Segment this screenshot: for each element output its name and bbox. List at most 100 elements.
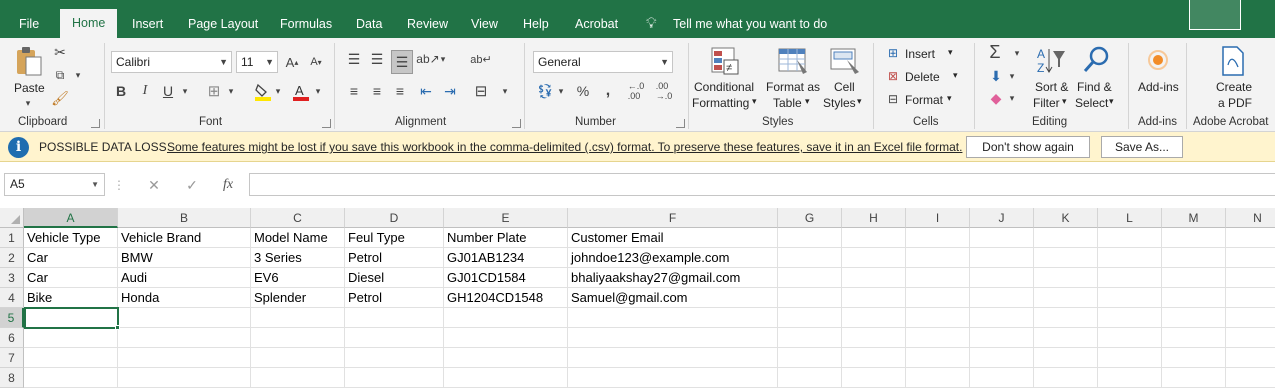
cell-i3[interactable]	[906, 268, 970, 288]
dont-show-again-button[interactable]: Don't show again	[966, 136, 1090, 158]
cell-i5[interactable]	[906, 308, 970, 328]
cell-i6[interactable]	[906, 328, 970, 348]
cell-f2[interactable]: johndoe123@example.com	[568, 248, 778, 268]
row-header-6[interactable]: 6	[0, 328, 24, 348]
cell-n2[interactable]	[1226, 248, 1275, 268]
chevron-down-icon[interactable]: ▾	[1007, 91, 1017, 105]
cell-h7[interactable]	[842, 348, 906, 368]
cell-c7[interactable]	[251, 348, 345, 368]
cell-h6[interactable]	[842, 328, 906, 348]
dialog-launcher-icon[interactable]	[512, 119, 521, 128]
format-cells-label[interactable]: Format	[905, 93, 943, 107]
font-size-combo[interactable]: 11 ▼	[236, 51, 278, 73]
conditional-formatting-label[interactable]: Conditional	[694, 80, 754, 94]
cell-l6[interactable]	[1098, 328, 1162, 348]
align-bottom-icon[interactable]: ☰	[391, 50, 413, 74]
cell-c5[interactable]	[251, 308, 345, 328]
chevron-down-icon[interactable]: ▾	[438, 52, 448, 66]
cell-h3[interactable]	[842, 268, 906, 288]
column-header-f[interactable]: F	[568, 208, 778, 228]
cell-m8[interactable]	[1162, 368, 1226, 388]
cell-h2[interactable]	[842, 248, 906, 268]
format-as-table-label-2[interactable]: Table	[773, 96, 802, 110]
column-header-n[interactable]: N	[1226, 208, 1275, 228]
cell-m3[interactable]	[1162, 268, 1226, 288]
borders-icon[interactable]: ⊞	[205, 82, 223, 100]
cell-f6[interactable]	[568, 328, 778, 348]
accounting-format-icon[interactable]: 💱︎	[535, 82, 555, 100]
find-select-label-2[interactable]: Select	[1075, 96, 1108, 110]
increase-indent-icon[interactable]: ⇥	[440, 82, 460, 100]
cell-c8[interactable]	[251, 368, 345, 388]
fill-color-icon[interactable]	[254, 82, 272, 102]
cell-e3[interactable]: GJ01CD1584	[444, 268, 568, 288]
cell-i7[interactable]	[906, 348, 970, 368]
cell-d7[interactable]	[345, 348, 444, 368]
tab-help[interactable]: Help	[523, 10, 549, 38]
delete-cells-label[interactable]: Delete	[905, 70, 940, 84]
cell-e1[interactable]: Number Plate	[444, 228, 568, 248]
chevron-down-icon[interactable]: ▾	[1012, 46, 1022, 60]
cell-n6[interactable]	[1226, 328, 1275, 348]
chevron-down-icon[interactable]: ▾	[1109, 96, 1114, 107]
cell-f3[interactable]: bhaliyaakshay27@gmail.com	[568, 268, 778, 288]
format-as-table-label[interactable]: Format as	[766, 80, 820, 94]
cell-j7[interactable]	[970, 348, 1034, 368]
cell-d3[interactable]: Diesel	[345, 268, 444, 288]
cell-g4[interactable]	[778, 288, 842, 308]
cell-m4[interactable]	[1162, 288, 1226, 308]
tab-insert[interactable]: Insert	[132, 10, 163, 38]
cut-icon[interactable]: ✂	[52, 44, 68, 60]
sort-filter-label-2[interactable]: Filter	[1033, 96, 1060, 110]
find-select-label[interactable]: Find &	[1077, 80, 1112, 94]
format-as-table-icon[interactable]	[776, 44, 810, 78]
cell-b1[interactable]: Vehicle Brand	[118, 228, 251, 248]
column-header-j[interactable]: J	[970, 208, 1034, 228]
chevron-down-icon[interactable]: ▾	[180, 84, 190, 98]
increase-font-icon[interactable]: A ▴	[284, 52, 300, 72]
cell-a1[interactable]: Vehicle Type	[24, 228, 118, 248]
name-box[interactable]: A5 ▼	[4, 173, 105, 196]
font-name-combo[interactable]: Calibri ▼	[111, 51, 232, 73]
format-cells-icon[interactable]: ⊟	[885, 92, 901, 106]
paste-label[interactable]: Paste	[14, 81, 45, 95]
tab-acrobat[interactable]: Acrobat	[575, 10, 618, 38]
cell-d8[interactable]	[345, 368, 444, 388]
cell-c3[interactable]: EV6	[251, 268, 345, 288]
percent-style-icon[interactable]: %	[575, 82, 591, 100]
tell-me-search[interactable]: Tell me what you want to do	[673, 10, 827, 38]
create-pdf-label[interactable]: Create	[1216, 80, 1252, 94]
column-header-l[interactable]: L	[1098, 208, 1162, 228]
cell-c4[interactable]: Splender	[251, 288, 345, 308]
cell-a6[interactable]	[24, 328, 118, 348]
cell-b7[interactable]	[118, 348, 251, 368]
chevron-down-icon[interactable]: ▾	[313, 84, 323, 98]
cell-e5[interactable]	[444, 308, 568, 328]
cell-k8[interactable]	[1034, 368, 1098, 388]
cell-b3[interactable]: Audi	[118, 268, 251, 288]
cell-l5[interactable]	[1098, 308, 1162, 328]
cell-j1[interactable]	[970, 228, 1034, 248]
row-header-7[interactable]: 7	[0, 348, 24, 368]
fill-icon[interactable]: ⬇	[987, 68, 1005, 84]
cell-d6[interactable]	[345, 328, 444, 348]
cell-j2[interactable]	[970, 248, 1034, 268]
format-painter-icon[interactable]: 🖌︎	[51, 90, 69, 106]
chevron-down-icon[interactable]: ▾	[752, 96, 757, 107]
dialog-launcher-icon[interactable]	[322, 119, 331, 128]
font-color-icon[interactable]: A	[292, 82, 310, 102]
cell-styles-label[interactable]: Cell	[834, 80, 855, 94]
column-header-h[interactable]: H	[842, 208, 906, 228]
comma-style-icon[interactable]: ,	[600, 82, 616, 100]
row-header-8[interactable]: 8	[0, 368, 24, 388]
tab-data[interactable]: Data	[356, 10, 382, 38]
column-header-i[interactable]: I	[906, 208, 970, 228]
cell-k5[interactable]	[1034, 308, 1098, 328]
cell-m1[interactable]	[1162, 228, 1226, 248]
row-header-3[interactable]: 3	[0, 268, 24, 288]
decrease-indent-icon[interactable]: ⇤	[416, 82, 436, 100]
row-header-2[interactable]: 2	[0, 248, 24, 268]
cell-styles-label-2[interactable]: Styles	[823, 96, 856, 110]
chevron-down-icon[interactable]: ▾	[1062, 96, 1067, 107]
cell-i4[interactable]	[906, 288, 970, 308]
